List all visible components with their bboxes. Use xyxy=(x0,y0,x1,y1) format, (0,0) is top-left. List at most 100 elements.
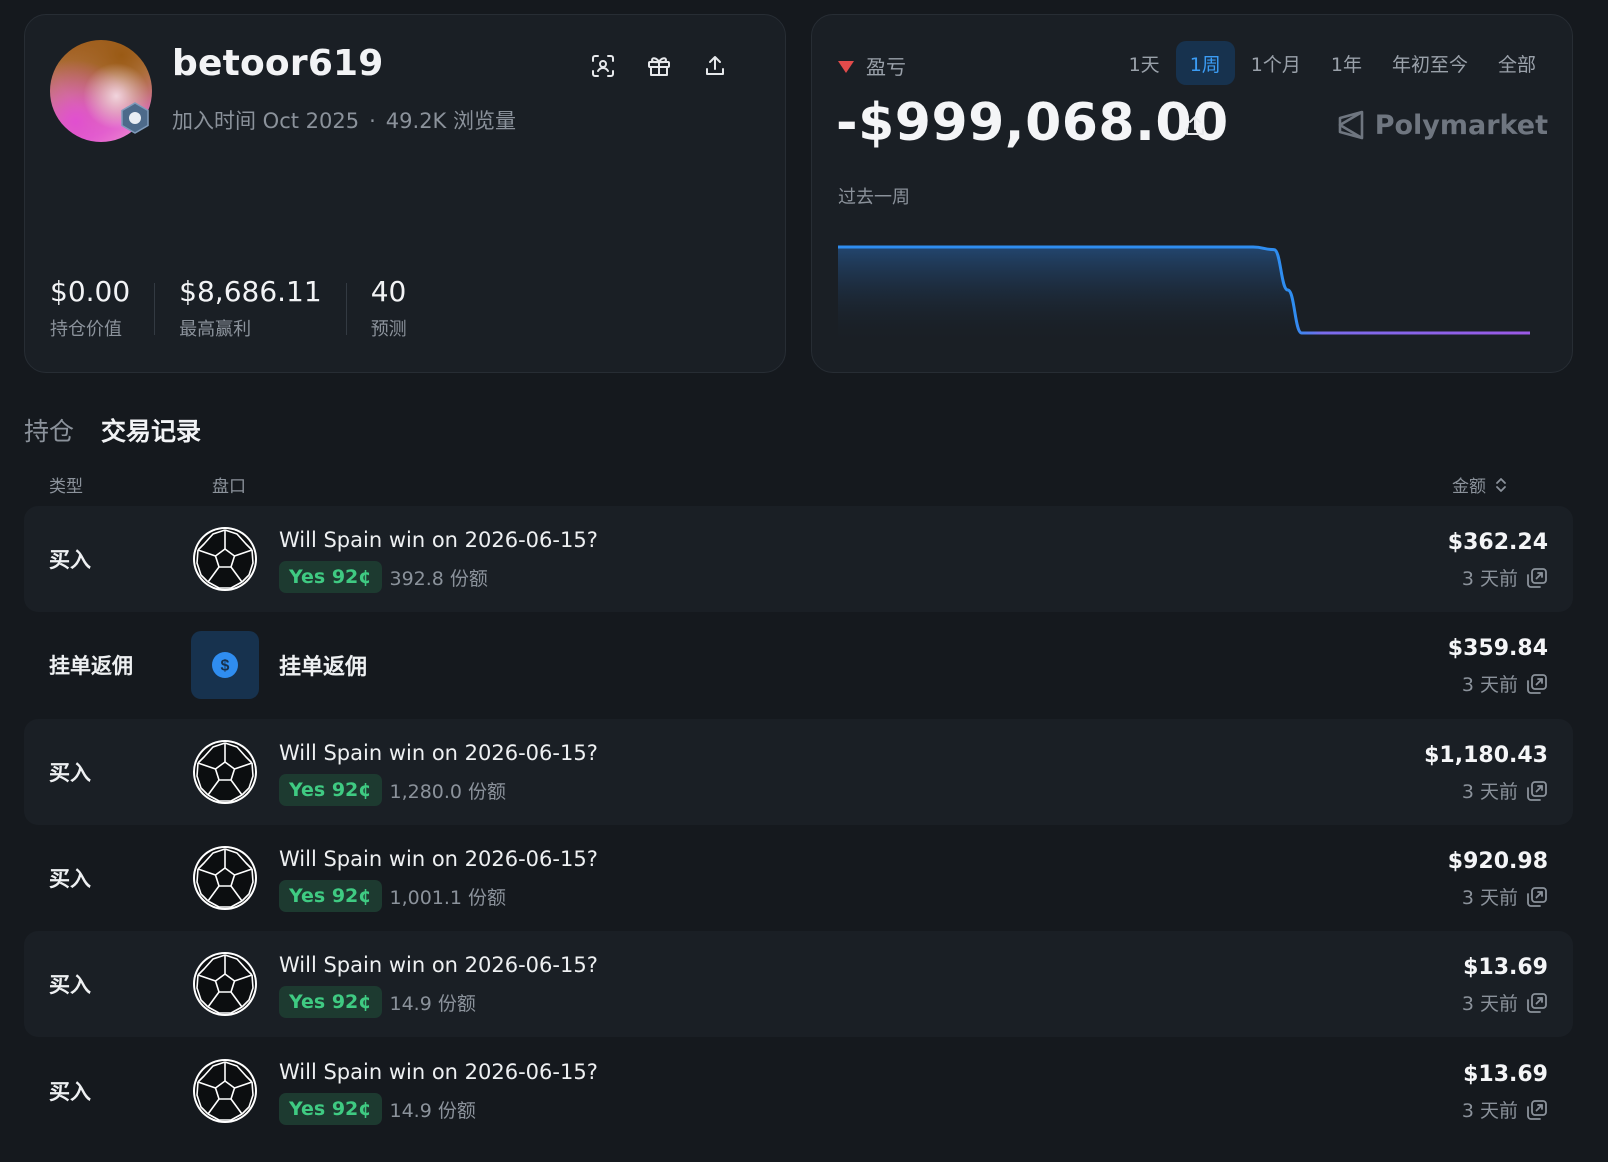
stat-value: 40 xyxy=(370,275,407,308)
market-title[interactable]: Will Spain win on 2026-06-15? xyxy=(279,847,598,871)
table-row[interactable]: 买入 Will Spain win on 2026-06-15? Yes 92¢… xyxy=(24,825,1573,931)
column-header-type: 类型 xyxy=(49,477,83,497)
row-amount: $13.69 xyxy=(1463,1062,1548,1087)
soccer-ball-icon xyxy=(191,950,259,1018)
outcome-badge: Yes 92¢ xyxy=(279,880,382,912)
activity-tabs: 持仓 交易记录 xyxy=(24,412,228,448)
stat-label: 预测 xyxy=(370,319,407,340)
time-ago: 3 天前 xyxy=(1461,674,1518,696)
polymarket-logo-icon xyxy=(1338,110,1363,140)
join-date: 加入时间 Oct 2025 xyxy=(172,109,360,133)
polymarket-logo: Polymarket xyxy=(1337,109,1548,141)
range-all[interactable]: 全部 xyxy=(1484,41,1550,85)
stat-biggest-win: $8,686.11 最高赢利 xyxy=(179,275,322,341)
outcome-badge: Yes 92¢ xyxy=(279,986,382,1018)
external-link-icon[interactable] xyxy=(1526,992,1548,1014)
outcome-badge: Yes 92¢ xyxy=(279,1093,382,1125)
range-1w[interactable]: 1周 xyxy=(1175,41,1235,85)
external-link-icon[interactable] xyxy=(1526,1099,1548,1121)
market-title[interactable]: Will Spain win on 2026-06-15? xyxy=(279,1060,598,1084)
range-1m[interactable]: 1个月 xyxy=(1237,41,1315,85)
column-header-amount[interactable]: 金额 xyxy=(1452,472,1508,497)
market-title: 挂单返佣 xyxy=(279,655,368,680)
share-icon[interactable] xyxy=(700,51,730,81)
row-time: 3 天前 xyxy=(1462,777,1548,804)
column-header-amount-label: 金额 xyxy=(1452,477,1486,497)
brand-name: Polymarket xyxy=(1374,109,1548,141)
username: betoor619 xyxy=(172,43,384,84)
row-time: 3 天前 xyxy=(1462,883,1548,910)
market-title[interactable]: Will Spain win on 2026-06-15? xyxy=(279,953,598,977)
outcome-badge: Yes 92¢ xyxy=(279,561,382,593)
pnl-header: 盈亏 xyxy=(838,51,906,80)
outcome-badge: Yes 92¢ xyxy=(279,774,382,806)
row-type: 买入 xyxy=(49,761,91,785)
shares: 14.9 份额 xyxy=(389,1099,476,1122)
external-link-icon[interactable] xyxy=(1526,780,1548,802)
scan-icon[interactable] xyxy=(588,51,618,81)
soccer-ball-icon xyxy=(191,738,259,806)
gift-icon[interactable] xyxy=(644,51,674,81)
table-row[interactable]: 买入 Will Spain win on 2026-06-15? Yes 92¢… xyxy=(24,931,1573,1037)
shares: 392.8 份额 xyxy=(389,567,488,590)
shares: 1,001.1 份额 xyxy=(389,886,507,909)
rebate-icon: $ xyxy=(191,631,259,699)
row-time: 3 天前 xyxy=(1462,564,1548,591)
row-type: 买入 xyxy=(49,867,91,891)
table-row[interactable]: 买入 Will Spain win on 2026-06-15? Yes 92¢… xyxy=(24,1038,1573,1144)
table-row[interactable]: 买入 Will Spain win on 2026-06-15? Yes 92¢… xyxy=(24,506,1573,612)
dollar-coin-icon: $ xyxy=(212,652,238,678)
row-amount: $362.24 xyxy=(1447,530,1548,555)
share-icon[interactable] xyxy=(1180,111,1210,141)
period-label: 过去一周 xyxy=(838,187,910,208)
column-header-market: 盘口 xyxy=(212,477,246,497)
stat-predictions: 40 预测 xyxy=(371,275,407,341)
pnl-value: -$999,068.00 xyxy=(836,93,1229,153)
row-type: 挂单返佣 xyxy=(49,654,133,678)
trade-details: Yes 92¢ 1,001.1 份额 xyxy=(279,880,506,912)
trade-details: Yes 92¢ 14.9 份额 xyxy=(279,986,476,1018)
profile-meta: 加入时间 Oct 2025 · 49.2K 浏览量 xyxy=(172,105,516,135)
trade-details: Yes 92¢ 1,280.0 份额 xyxy=(279,774,506,806)
pnl-area xyxy=(838,247,1530,344)
range-selector: 1天 1周 1个月 1年 年初至今 全部 xyxy=(1113,41,1550,85)
stat-label: 最高赢利 xyxy=(179,319,252,340)
range-1d[interactable]: 1天 xyxy=(1115,41,1174,85)
stat-value: $8,686.11 xyxy=(179,275,322,308)
soccer-ball-icon xyxy=(191,525,259,593)
trade-details: Yes 92¢ 14.9 份额 xyxy=(279,1093,476,1125)
range-ytd[interactable]: 年初至今 xyxy=(1378,41,1482,85)
row-amount: $1,180.43 xyxy=(1424,743,1548,768)
table-row[interactable]: 挂单返佣 $ 挂单返佣 $359.84 3 天前 xyxy=(24,612,1573,718)
market-title[interactable]: Will Spain win on 2026-06-15? xyxy=(279,741,598,765)
external-link-icon[interactable] xyxy=(1526,673,1548,695)
stat-value: $0.00 xyxy=(50,275,131,308)
sort-icon xyxy=(1496,477,1506,492)
stat-divider xyxy=(345,283,347,335)
row-type: 买入 xyxy=(49,973,91,997)
tab-activity[interactable]: 交易记录 xyxy=(101,412,201,448)
trade-details: Yes 92¢ 392.8 份额 xyxy=(279,561,488,593)
stat-divider xyxy=(154,283,156,335)
row-amount: $13.69 xyxy=(1463,955,1548,980)
down-triangle-icon xyxy=(838,60,854,73)
profile-card: betoor619 加入时间 Oct 2025 · 49.2K 浏览量 $0.00 … xyxy=(24,14,786,373)
row-amount: $920.98 xyxy=(1447,849,1548,874)
market-title[interactable]: Will Spain win on 2026-06-15? xyxy=(279,528,598,552)
stat-label: 持仓价值 xyxy=(50,319,122,340)
external-link-icon[interactable] xyxy=(1526,567,1548,589)
pnl-card: 盈亏 1天 1周 1个月 1年 年初至今 全部 -$999,068.00 Pol… xyxy=(811,14,1573,373)
shares: 1,280.0 份额 xyxy=(389,780,507,803)
range-1y[interactable]: 1年 xyxy=(1317,41,1376,85)
profile-stats: $0.00 持仓价值 $8,686.11 最高赢利 40 预测 xyxy=(50,275,407,341)
row-time: 3 天前 xyxy=(1462,1096,1548,1123)
time-ago: 3 天前 xyxy=(1461,1100,1518,1122)
soccer-ball-icon xyxy=(191,844,259,912)
external-link-icon[interactable] xyxy=(1526,886,1548,908)
time-ago: 3 天前 xyxy=(1461,781,1518,803)
tab-positions[interactable]: 持仓 xyxy=(24,412,74,448)
table-row[interactable]: 买入 Will Spain win on 2026-06-15? Yes 92¢… xyxy=(24,719,1573,825)
time-ago: 3 天前 xyxy=(1461,993,1518,1015)
verified-badge-icon xyxy=(121,102,149,134)
soccer-ball-icon xyxy=(191,1057,259,1125)
